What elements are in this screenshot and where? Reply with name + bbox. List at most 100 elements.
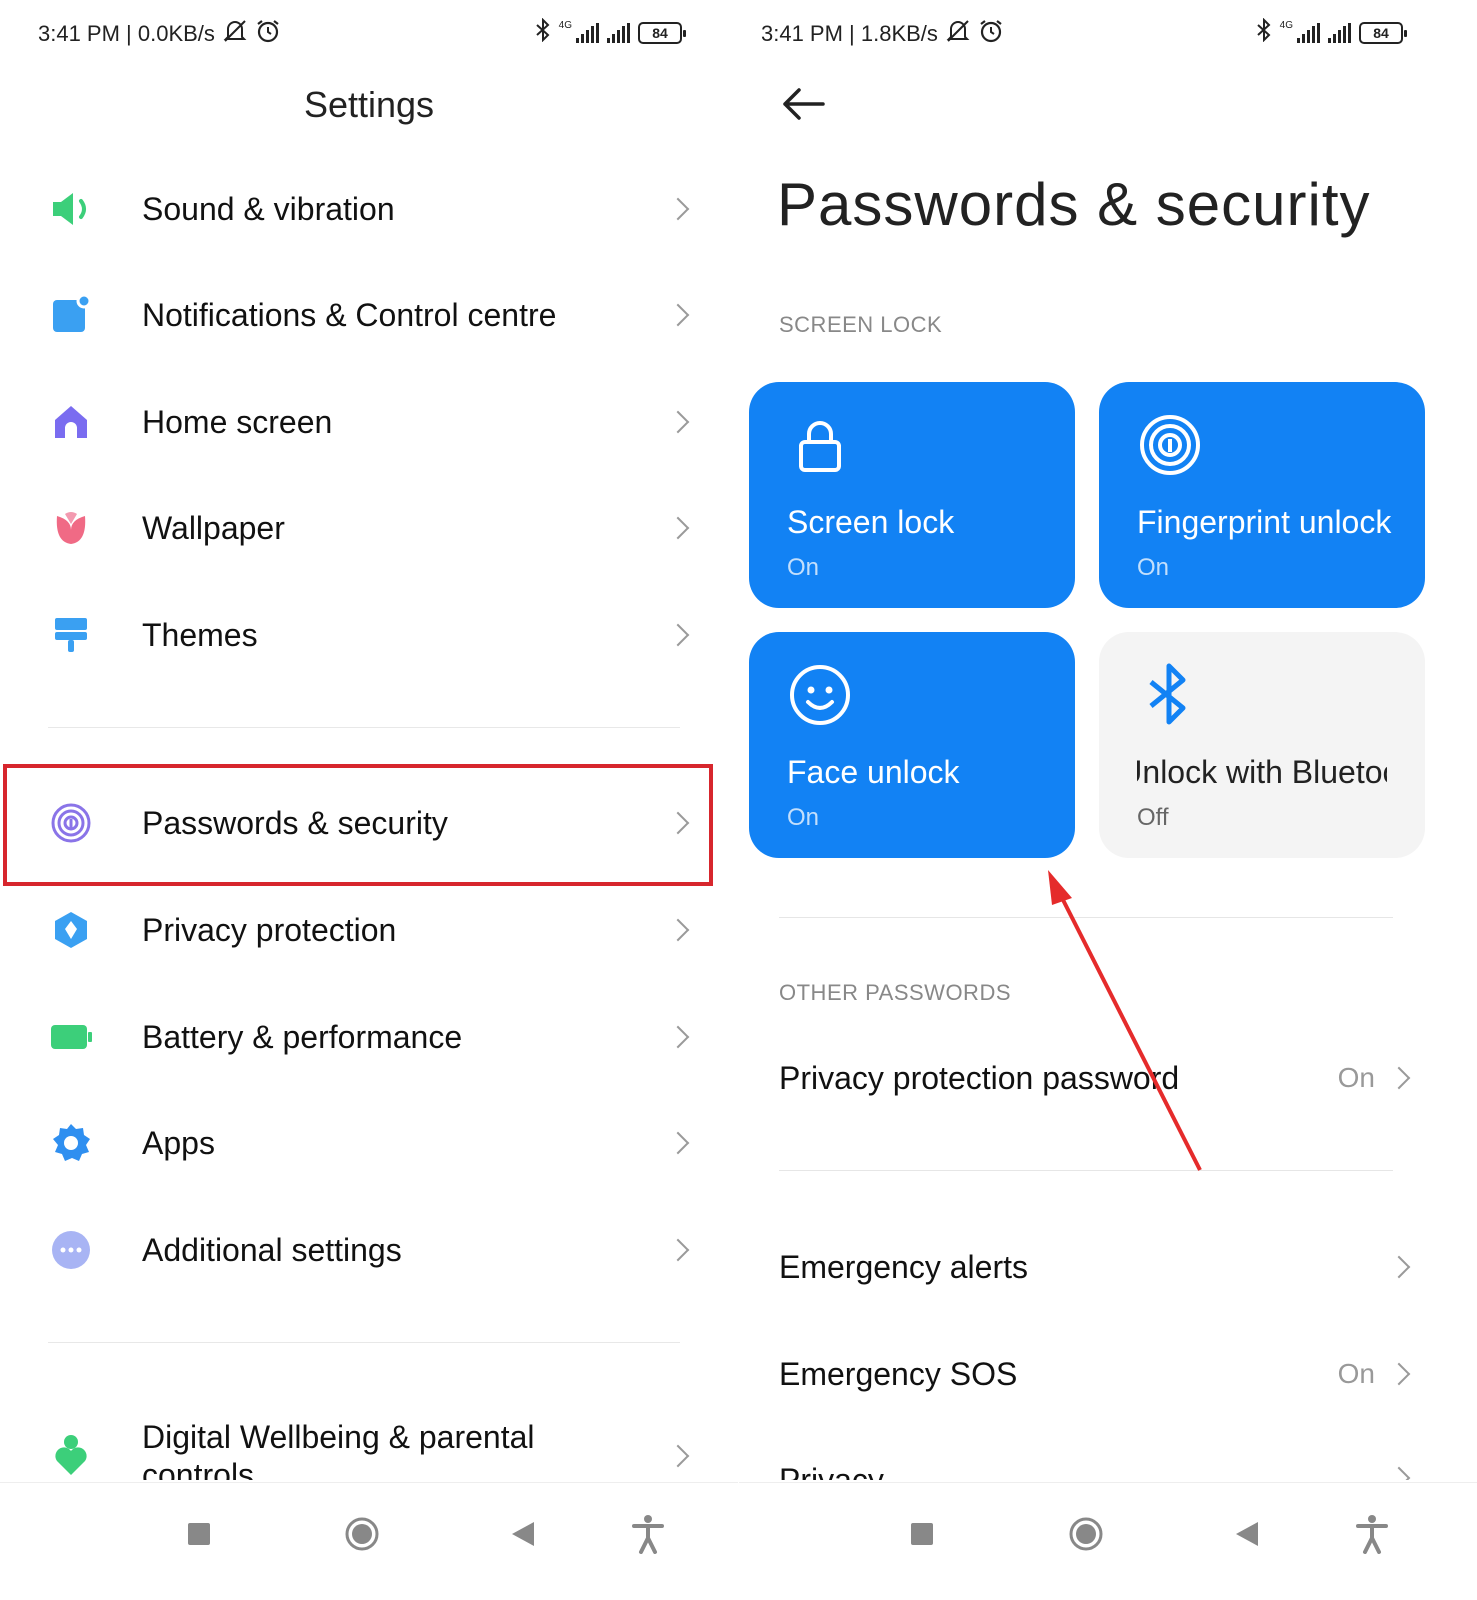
row-value: On <box>1337 1062 1375 1093</box>
row-privacy[interactable]: Privacy <box>779 1440 1417 1480</box>
divider <box>48 1342 680 1343</box>
bluetooth-icon <box>1149 663 1186 725</box>
notification-icon <box>48 292 94 338</box>
chevron-right-icon <box>1387 1362 1411 1386</box>
home-button[interactable] <box>337 1509 387 1559</box>
page-title: Passwords & security <box>777 171 1371 238</box>
menu-item-home-screen[interactable]: Home screen <box>0 369 738 475</box>
accessibility-icon <box>1356 1515 1388 1554</box>
row-privacy-protection-password[interactable]: Privacy protection password On <box>779 1038 1417 1118</box>
menu-label: Sound & vibration <box>142 190 395 227</box>
bluetooth-status-icon <box>535 17 551 48</box>
row-label: Emergency SOS <box>779 1355 1018 1392</box>
row-label: Emergency alerts <box>779 1248 1028 1285</box>
divider <box>779 1170 1393 1171</box>
bluetooth-unlock-tile[interactable]: Unlock with Bluetooth Off <box>1099 632 1425 858</box>
tile-title: Face unlock <box>787 754 960 790</box>
chevron-right-icon <box>666 623 690 647</box>
chevron-right-icon <box>666 197 690 221</box>
menu-item-apps[interactable]: Apps <box>0 1090 738 1196</box>
menu-label: Privacy protection <box>142 911 397 948</box>
chevron-right-icon <box>666 303 690 327</box>
battery-status: 84 <box>638 22 686 44</box>
accessibility-button[interactable] <box>623 1509 673 1559</box>
menu-item-wallpaper[interactable]: Wallpaper <box>0 475 738 581</box>
tile-title-text: Unlock with Bluetooth <box>1137 754 1387 790</box>
alarm-icon <box>255 18 281 50</box>
chevron-right-icon <box>666 1025 690 1049</box>
fingerprint-icon <box>1140 415 1200 475</box>
menu-item-sound[interactable]: Sound & vibration <box>0 156 738 262</box>
chevron-right-icon <box>666 1238 690 1262</box>
signal-icon <box>607 23 630 43</box>
menu-label: Apps <box>142 1124 215 1161</box>
menu-item-additional-settings[interactable]: Additional settings <box>0 1197 738 1303</box>
menu-label: Home screen <box>142 403 333 440</box>
section-label-screen-lock: SCREEN LOCK <box>779 312 943 337</box>
menu-item-notifications[interactable]: Notifications & Control centre <box>0 262 738 368</box>
speaker-icon <box>48 186 94 232</box>
menu-item-digital-wellbeing[interactable]: Digital Wellbeing & parental controls <box>0 1404 738 1480</box>
status-time: 3:41 PM | 1.8KB/s <box>761 21 938 46</box>
home-button[interactable] <box>1061 1509 1111 1559</box>
wellbeing-icon <box>48 1432 94 1478</box>
row-emergency-sos[interactable]: Emergency SOS On <box>779 1334 1417 1414</box>
menu-label: Battery & performance <box>142 1018 463 1055</box>
menu-label: Digital Wellbeing & parental controls <box>142 1419 535 1480</box>
menu-item-privacy-protection[interactable]: Privacy protection <box>0 877 738 983</box>
row-emergency-alerts[interactable]: Emergency alerts <box>779 1227 1417 1307</box>
status-bar: 3:41 PM | 0.0KB/s 4G 84 <box>0 14 738 54</box>
muted-bell-icon <box>221 18 249 50</box>
tile-title: Unlock with Bluetooth <box>1137 754 1387 791</box>
triangle-back-icon <box>512 1522 534 1546</box>
menu-label: Wallpaper <box>142 509 285 546</box>
divider <box>48 727 680 728</box>
passwords-security-screen: 3:41 PM | 1.8KB/s 4G 84 Passwords & secu… <box>739 0 1477 1600</box>
divider <box>779 917 1393 918</box>
chevron-right-icon <box>666 918 690 942</box>
chevron-right-icon <box>1387 1255 1411 1279</box>
battery-status: 84 <box>1359 22 1407 44</box>
recents-button[interactable] <box>897 1509 947 1559</box>
chevron-right-icon <box>666 1444 690 1468</box>
chevron-right-icon <box>666 410 690 434</box>
more-icon <box>48 1227 94 1273</box>
menu-label: Additional settings <box>142 1231 402 1268</box>
chevron-right-icon <box>1387 1466 1411 1480</box>
page-title: Settings <box>303 84 435 125</box>
face-unlock-tile[interactable]: Face unlock On <box>749 632 1075 858</box>
recents-button[interactable] <box>174 1509 224 1559</box>
back-arrow-icon[interactable] <box>779 82 827 126</box>
navigation-bar <box>739 1482 1477 1600</box>
network-type: 4G <box>1279 19 1293 31</box>
back-button[interactable] <box>498 1509 548 1559</box>
battery-icon <box>48 1014 94 1060</box>
navigation-bar <box>0 1482 738 1600</box>
back-button[interactable] <box>1222 1509 1272 1559</box>
accessibility-icon <box>632 1515 664 1554</box>
section-label-other-passwords: OTHER PASSWORDS <box>779 980 1012 1005</box>
tile-status: On <box>1137 554 1170 581</box>
row-label: Privacy protection password <box>779 1059 1180 1096</box>
fingerprint-unlock-tile[interactable]: Fingerprint unlock On <box>1099 382 1425 608</box>
menu-item-battery-performance[interactable]: Battery & performance <box>0 984 738 1090</box>
square-icon <box>188 1523 210 1545</box>
square-icon <box>911 1523 933 1545</box>
circle-icon <box>345 1517 379 1551</box>
network-type: 4G <box>558 19 572 31</box>
signal-icon <box>576 23 599 43</box>
gear-icon <box>48 1120 94 1166</box>
screen-lock-tile[interactable]: Screen lock On <box>749 382 1075 608</box>
menu-item-themes[interactable]: Themes <box>0 582 738 688</box>
accessibility-button[interactable] <box>1347 1509 1397 1559</box>
settings-screen: 3:41 PM | 0.0KB/s 4G 84 Settings Sound &… <box>0 0 738 1600</box>
row-value: On <box>1337 1358 1375 1389</box>
brush-icon <box>48 612 94 658</box>
muted-bell-icon <box>944 18 972 50</box>
chevron-right-icon <box>666 516 690 540</box>
circle-icon <box>1069 1517 1103 1551</box>
tile-title: Screen lock <box>787 504 955 540</box>
chevron-right-icon <box>666 1131 690 1155</box>
status-time: 3:41 PM | 0.0KB/s <box>38 21 215 46</box>
flower-icon <box>48 505 94 551</box>
